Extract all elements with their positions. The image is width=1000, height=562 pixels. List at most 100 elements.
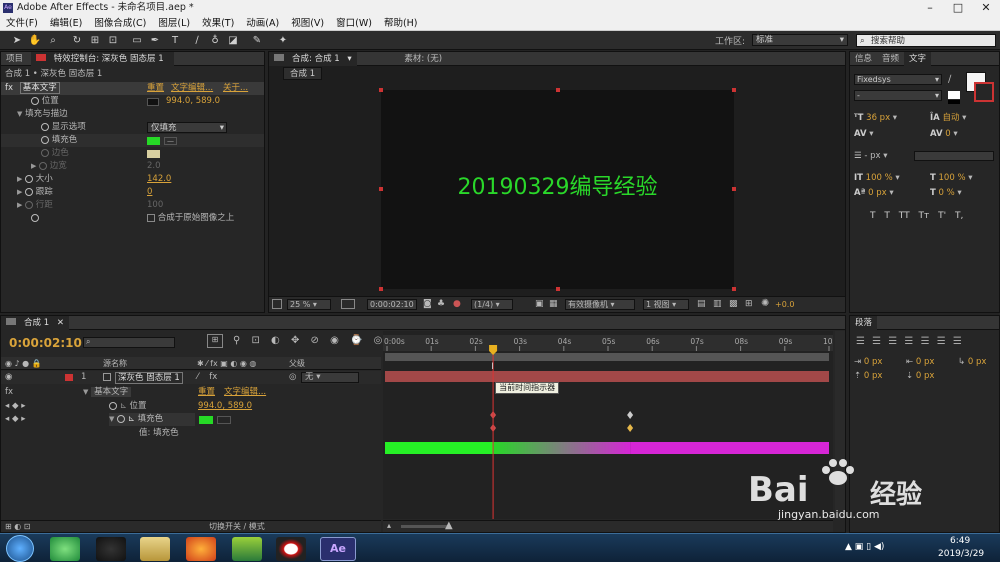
taskbar-qq-icon[interactable]: [96, 537, 126, 561]
timeline-icon[interactable]: ▩: [729, 299, 738, 309]
roi-icon[interactable]: ▣: [535, 299, 544, 309]
baseline-value[interactable]: 0 px: [868, 188, 887, 198]
minimize-button[interactable]: –: [916, 0, 944, 16]
timeline-fill-swatch[interactable]: [199, 416, 213, 424]
handle-tm[interactable]: [556, 88, 560, 92]
indent-left-value[interactable]: 0 px: [864, 357, 883, 367]
taskbar-recorder-icon[interactable]: [276, 537, 306, 561]
vscale-value[interactable]: 100 %: [866, 173, 893, 183]
timeline-text-edit-link[interactable]: 文字编辑...: [224, 386, 266, 399]
handle-tr[interactable]: [732, 88, 736, 92]
taskbar-ae-icon[interactable]: Ae: [320, 537, 356, 561]
menu-edit[interactable]: 编辑(E): [44, 16, 88, 31]
indent-first-value[interactable]: 0 px: [968, 357, 987, 367]
all-caps-button[interactable]: TT: [899, 211, 910, 221]
parent-pickwhip-icon[interactable]: ◎: [289, 371, 296, 384]
font-size-value[interactable]: 36 px: [866, 113, 890, 123]
tab-effect-controls[interactable]: 特效控制台: 深灰色 固态层 1: [30, 52, 174, 66]
tab-footage[interactable]: 素材: (无): [399, 52, 447, 66]
stopwatch-icon[interactable]: [41, 135, 49, 144]
fill-stroke-group[interactable]: ▼ 填充与描边: [17, 108, 68, 121]
tab-audio[interactable]: 音频: [877, 52, 904, 66]
stroke-color-swatch[interactable]: [974, 82, 994, 102]
kf-nav-fill[interactable]: ◂ ◆ ▸: [5, 413, 25, 426]
subscript-button[interactable]: T,: [955, 211, 963, 221]
rectangle-tool-icon[interactable]: ▭: [130, 34, 144, 47]
tracking-value[interactable]: 0: [945, 129, 950, 139]
font-select[interactable]: Fixedsys ▾: [854, 74, 942, 85]
pan-behind-tool-icon[interactable]: ⊡: [106, 34, 120, 47]
transparency-grid-icon[interactable]: ▦: [549, 299, 558, 309]
footer-toggle-icons[interactable]: ⊞ ◐ ⊡: [5, 521, 30, 532]
puppet-tool-icon[interactable]: ✦: [276, 34, 290, 47]
handle-ml[interactable]: [379, 187, 383, 191]
stopwatch-icon[interactable]: [25, 187, 34, 196]
camera-tool-icon[interactable]: ⊞: [88, 34, 102, 47]
menu-help[interactable]: 帮助(H): [378, 16, 424, 31]
superscript-button[interactable]: T': [938, 211, 946, 221]
reset-link[interactable]: 重置: [147, 82, 164, 95]
tab-character[interactable]: 文字: [904, 52, 932, 66]
text-edit-link[interactable]: 文字编辑...: [171, 82, 213, 95]
fill-color-swatch[interactable]: [147, 137, 160, 145]
zoom-in-icon[interactable]: ▲: [445, 520, 453, 531]
fill-white-swatch[interactable]: [948, 91, 960, 99]
kf-nav-position[interactable]: ◂ ◆ ▸: [5, 400, 25, 413]
region-icon[interactable]: [341, 299, 355, 309]
fast-preview-icon[interactable]: ▥: [713, 299, 722, 309]
handle-bl[interactable]: [379, 287, 383, 291]
space-after-value[interactable]: 0 px: [916, 371, 935, 381]
font-style-select[interactable]: - ▾: [854, 90, 942, 101]
taskbar-firefox-icon[interactable]: [186, 537, 216, 561]
zoom-track[interactable]: [401, 525, 451, 528]
about-link[interactable]: 关于...: [223, 82, 248, 95]
eraser-tool-icon[interactable]: ◪: [226, 34, 240, 47]
position-value[interactable]: 994.0, 589.0: [166, 95, 220, 108]
position-target-icon[interactable]: [147, 98, 159, 106]
show-snapshot-icon[interactable]: ♣: [437, 299, 445, 309]
start-button[interactable]: [6, 535, 34, 562]
exposure-icon[interactable]: ✺: [761, 298, 769, 309]
handle-mr[interactable]: [732, 187, 736, 191]
menu-composition[interactable]: 图像合成(C): [88, 16, 152, 31]
comp-subtab[interactable]: 合成 1: [283, 67, 323, 80]
handle-bm[interactable]: [556, 287, 560, 291]
fill-black-swatch[interactable]: [948, 100, 960, 104]
tray-icons[interactable]: ▲ ▣ ▯ ◀): [845, 542, 884, 552]
tab-timeline-comp[interactable]: 合成 1 ✕: [1, 316, 69, 330]
stopwatch-icon[interactable]: [41, 122, 49, 131]
comp-canvas[interactable]: 20190329编导经验: [381, 90, 734, 289]
menu-layer[interactable]: 图层(L): [152, 16, 196, 31]
eye-icon[interactable]: ◉: [5, 371, 12, 384]
layer-switch-icons[interactable]: ⁄ fx: [197, 371, 217, 384]
workspace-select[interactable]: 标准 ▾: [752, 34, 848, 46]
graph-toggle-icon[interactable]: ⊾: [120, 401, 127, 411]
menu-effect[interactable]: 效果(T): [196, 16, 240, 31]
timeline-reset-link[interactable]: 重置: [198, 386, 215, 399]
tracking-value[interactable]: 0: [147, 186, 152, 199]
timeline-eyedropper-icon[interactable]: [217, 416, 231, 424]
eyedropper-icon[interactable]: ∕: [948, 74, 951, 85]
comp-timecode[interactable]: 0:00:02:10: [367, 299, 417, 310]
timeline-effect-row[interactable]: ▼ 基本文字: [83, 386, 132, 399]
stroke-color-swatch[interactable]: [147, 150, 160, 158]
display-options-select[interactable]: 仅填充 ▾: [147, 122, 227, 133]
effect-row[interactable]: fx 基本文字 重置 文字编辑... 关于...: [1, 82, 264, 95]
roto-brush-icon[interactable]: ✎: [250, 34, 264, 47]
stopwatch-icon[interactable]: [25, 174, 34, 183]
taskbar-explorer-icon[interactable]: [140, 537, 170, 561]
hand-tool-icon[interactable]: ✋: [28, 34, 42, 47]
taskbar-app-360-icon[interactable]: [50, 537, 80, 561]
toggle-pixel-icon[interactable]: ▤: [697, 299, 706, 309]
exposure-value[interactable]: +0.0: [775, 300, 794, 309]
layer-name[interactable]: 深灰色 固态层 1: [115, 372, 183, 384]
pen-tool-icon[interactable]: ✒: [148, 34, 162, 47]
layer-row[interactable]: ◉ 1 深灰色 固态层 1 ⁄ fx ◎ 无 ▾: [1, 371, 381, 384]
timeline-switches[interactable]: ⚲ ⊡ ◐ ✥ ⊘ ◉ ⌚ ◎: [233, 335, 382, 346]
views-select[interactable]: 1 视图 ▾: [643, 299, 689, 310]
toggle-switches-modes[interactable]: 切换开关 / 模式: [209, 521, 265, 532]
align-buttons[interactable]: ☰ ☰ ☰ ☰ ☰ ☰ ☰: [856, 336, 962, 347]
menu-window[interactable]: 窗口(W): [330, 16, 378, 31]
graph-toggle-icon[interactable]: ⊾: [128, 414, 135, 424]
zoom-tool-icon[interactable]: ⌕: [46, 34, 60, 47]
